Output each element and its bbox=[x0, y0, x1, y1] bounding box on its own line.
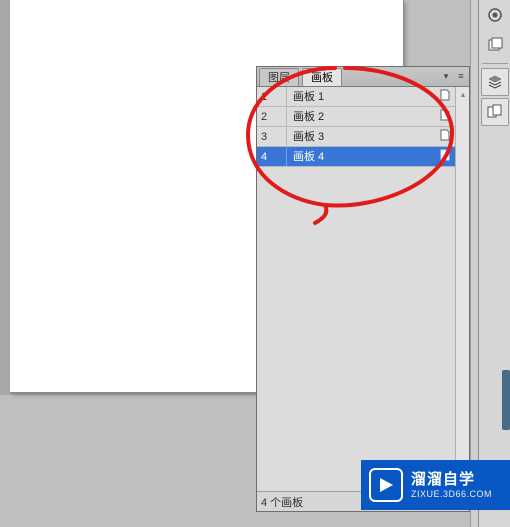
artboard-row[interactable]: 2 画板 2 bbox=[257, 107, 455, 127]
watermark: 溜溜自学 ZIXUE.3D66.COM bbox=[361, 460, 510, 510]
circle-target-icon[interactable] bbox=[481, 1, 509, 29]
watermark-text-en: ZIXUE.3D66.COM bbox=[411, 489, 492, 500]
artboard-number: 4 bbox=[257, 147, 287, 166]
dock-strip bbox=[470, 0, 478, 527]
artboard-options-icon[interactable] bbox=[435, 89, 455, 104]
panel-scrollbar[interactable]: ▴ bbox=[455, 87, 469, 491]
right-toolbar bbox=[478, 0, 510, 527]
mini-scrollbar[interactable] bbox=[502, 370, 510, 430]
artboard-name[interactable]: 画板 3 bbox=[287, 127, 435, 147]
artboard-row[interactable]: 4 画板 4 bbox=[257, 147, 455, 167]
tab-artboards[interactable]: 画板 bbox=[302, 68, 342, 86]
watermark-text-cn: 溜溜自学 bbox=[411, 471, 492, 489]
artboard-number: 1 bbox=[257, 87, 287, 106]
artboard-number: 3 bbox=[257, 127, 287, 146]
panel-body: 1 画板 1 2 画板 2 3 画板 3 4 bbox=[257, 87, 469, 491]
layers-icon[interactable] bbox=[481, 68, 509, 96]
panel-tab-bar: 图层 画板 ▾ ≡ bbox=[257, 67, 469, 87]
artboard-name[interactable]: 画板 1 bbox=[287, 87, 435, 107]
watermark-logo-icon bbox=[369, 468, 403, 502]
artboard-tool-icon[interactable] bbox=[481, 31, 509, 59]
artboards-icon[interactable] bbox=[481, 98, 509, 126]
artboard-options-icon[interactable] bbox=[435, 129, 455, 144]
artboard-row[interactable]: 3 画板 3 bbox=[257, 127, 455, 147]
artboard-name[interactable]: 画板 4 bbox=[287, 147, 435, 167]
artboard-name[interactable]: 画板 2 bbox=[287, 107, 435, 127]
artboard-row[interactable]: 1 画板 1 bbox=[257, 87, 455, 107]
artboard-list: 1 画板 1 2 画板 2 3 画板 3 4 bbox=[257, 87, 455, 491]
panel-menu-icon[interactable]: ≡ bbox=[455, 70, 467, 82]
scroll-up-icon[interactable]: ▴ bbox=[456, 87, 469, 101]
artboard-options-icon[interactable] bbox=[435, 109, 455, 124]
panel-collapse-icon[interactable]: ▾ bbox=[440, 70, 452, 82]
toolbar-separator bbox=[482, 63, 508, 64]
artboard-number: 2 bbox=[257, 107, 287, 126]
artboards-panel: 图层 画板 ▾ ≡ 1 画板 1 2 画板 2 3 bbox=[256, 66, 470, 512]
artboard-options-icon[interactable] bbox=[435, 149, 455, 164]
tab-layers[interactable]: 图层 bbox=[259, 68, 299, 86]
artboard-count-label: 4 个画板 bbox=[261, 494, 303, 510]
